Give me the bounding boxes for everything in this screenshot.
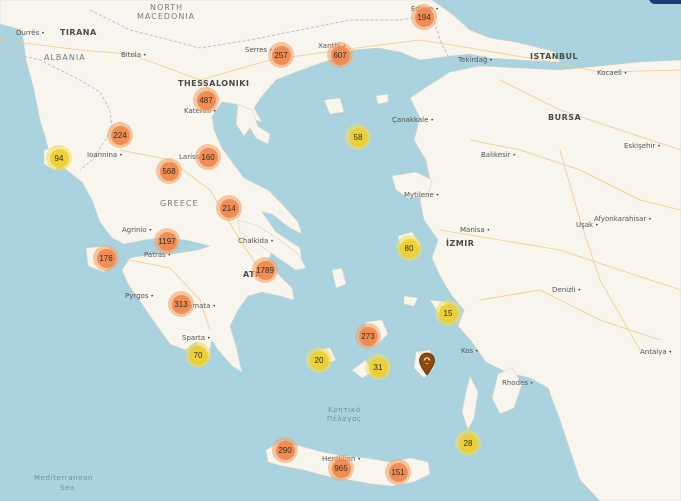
cluster-marker-edirne[interactable]: 194 [411, 4, 437, 30]
major-city-label: İZMIR [446, 239, 475, 248]
cluster-count: 1197 [157, 231, 177, 251]
cluster-count: 94 [49, 148, 69, 168]
city-label: Afyonkarahisar [594, 216, 652, 223]
major-city-label: THESSALONIKI [178, 79, 250, 88]
cluster-marker-lesbos-north[interactable]: 58 [345, 124, 371, 150]
city-label: Uşak [576, 222, 599, 229]
cluster-marker-chios[interactable]: 80 [396, 235, 422, 261]
cluster-count: 194 [414, 7, 434, 27]
cluster-marker-athens[interactable]: 1789 [252, 257, 278, 283]
cluster-count: 607 [330, 45, 350, 65]
cluster-count: 965 [331, 458, 351, 478]
country-label-greece: GREECE [160, 199, 199, 208]
cluster-marker-karpathos[interactable]: 28 [455, 430, 481, 456]
city-label: Tekirdağ [458, 57, 493, 64]
cluster-count: 487 [196, 90, 216, 110]
city-label: Rhodes [502, 380, 533, 387]
cluster-marker-lasithi[interactable]: 151 [385, 459, 411, 485]
city-label: Balıkesir [481, 152, 516, 159]
city-label: Bitola [121, 52, 146, 59]
map-pin-icon [419, 352, 435, 376]
cluster-marker-xanthi[interactable]: 607 [327, 42, 353, 68]
major-city-label: BURSA [548, 113, 582, 122]
city-label: Kos [461, 348, 479, 355]
cluster-marker-milos[interactable]: 20 [306, 347, 332, 373]
city-label: Denizli [552, 287, 581, 294]
cluster-marker-agrinio[interactable]: 1197 [154, 228, 180, 254]
city-label: Eskişehir [624, 143, 661, 150]
city-label: Agrinio [122, 227, 152, 234]
cluster-marker-volos[interactable]: 214 [216, 195, 242, 221]
cluster-marker-corfu[interactable]: 94 [46, 145, 72, 171]
country-label-north-macedonia-2: MACEDONIA [137, 12, 196, 21]
cluster-count: 151 [388, 462, 408, 482]
cluster-marker-naxos[interactable]: 273 [355, 323, 381, 349]
city-label: Kocaeli [597, 70, 627, 77]
cluster-marker-trikala[interactable]: 568 [156, 158, 182, 184]
country-label-albania: ALBANIA [44, 53, 86, 62]
city-label: Mytilene [404, 192, 439, 199]
cluster-count: 568 [159, 161, 179, 181]
cluster-marker-larissa[interactable]: 160 [195, 144, 221, 170]
cluster-count: 31 [368, 357, 388, 377]
cluster-count: 160 [198, 147, 218, 167]
cluster-count: 313 [171, 294, 191, 314]
cluster-marker-kefalonia[interactable]: 176 [93, 245, 119, 271]
cluster-count: 1789 [255, 260, 275, 280]
cluster-count: 58 [348, 127, 368, 147]
city-label: Chalkida [238, 238, 274, 245]
cluster-marker-serres[interactable]: 257 [268, 42, 294, 68]
city-label: Çanakkale [392, 117, 434, 124]
cluster-count: 257 [271, 45, 291, 65]
city-label: Manisa [460, 227, 490, 234]
cluster-count: 176 [96, 248, 116, 268]
country-label-north-macedonia: NORTH [150, 3, 184, 12]
cluster-marker-laconia[interactable]: 70 [185, 342, 211, 368]
cluster-count: 80 [399, 238, 419, 258]
cluster-count: 290 [275, 440, 295, 460]
sea-label: Mediterranean [34, 474, 93, 482]
cluster-marker-chania[interactable]: 290 [272, 437, 298, 463]
map-pin-icon[interactable] [418, 352, 436, 381]
sea-label: Sea [60, 484, 75, 492]
cluster-marker-kalamata[interactable]: 313 [168, 291, 194, 317]
cluster-marker-heraklion[interactable]: 965 [328, 455, 354, 481]
cluster-count: 15 [438, 303, 458, 323]
sea-label: Πέλαγος [327, 415, 362, 423]
cluster-count: 214 [219, 198, 239, 218]
city-label: Ioannina [87, 152, 123, 159]
top-right-control[interactable] [649, 0, 681, 4]
city-label: Antalya [640, 349, 672, 356]
city-label: Pyrgos [125, 293, 154, 300]
cluster-count: 28 [458, 433, 478, 453]
map-view[interactable]: NORTH MACEDONIA ALBANIA GREECE TIRANA TH… [0, 0, 681, 501]
cluster-count: 273 [358, 326, 378, 346]
cluster-marker-samos-south[interactable]: 15 [435, 300, 461, 326]
cluster-count: 20 [309, 350, 329, 370]
city-label: Sparta [182, 335, 211, 342]
cluster-count: 70 [188, 345, 208, 365]
city-label: Durrës [16, 30, 45, 37]
sea-label: Κρητικό [328, 406, 361, 414]
cluster-count: 224 [110, 125, 130, 145]
cluster-marker-katerini[interactable]: 487 [193, 87, 219, 113]
cluster-marker-ioannina[interactable]: 224 [107, 122, 133, 148]
major-city-label: ISTANBUL [530, 52, 579, 61]
major-city-label: TIRANA [60, 28, 97, 37]
cluster-marker-santorini[interactable]: 31 [365, 354, 391, 380]
